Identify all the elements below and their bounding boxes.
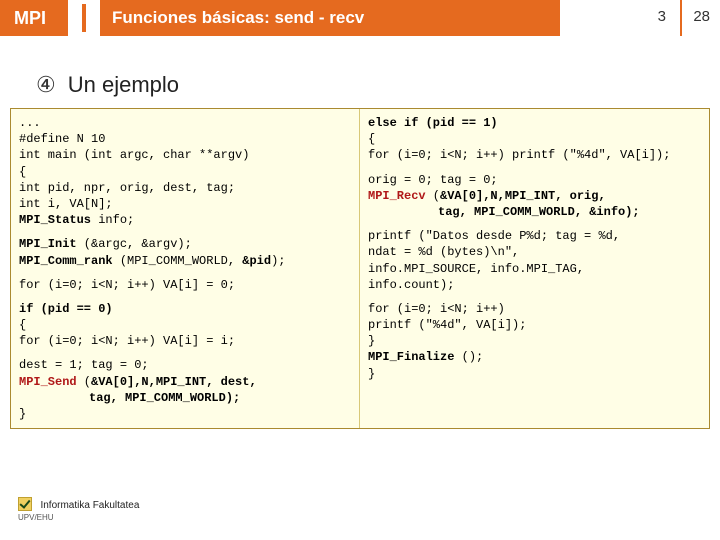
code-line: for (i=0; i<N; i++) VA[i] = i;: [19, 333, 351, 349]
header-divider: [82, 4, 86, 32]
code-line: dest = 1; tag = 0;: [19, 357, 351, 373]
code-line: int pid, npr, orig, dest, tag;: [19, 180, 351, 196]
code-line: tag, MPI_COMM_WORLD);: [19, 390, 351, 406]
code-line: MPI_Finalize ();: [368, 349, 701, 365]
check-icon: [18, 497, 32, 511]
code-line: if (pid == 0): [19, 301, 351, 317]
code-line: MPI_Recv (&VA[0],N,MPI_INT, orig,: [368, 188, 701, 204]
code-line: }: [368, 333, 701, 349]
code-line: }: [19, 406, 351, 422]
code-line: info.MPI_SOURCE, info.MPI_TAG,: [368, 261, 701, 277]
code-line: {: [368, 131, 701, 147]
bullet-marker: ④: [36, 72, 56, 98]
code-line: MPI_Send (&VA[0],N,MPI_INT, dest,: [19, 374, 351, 390]
code-line: MPI_Init (&argc, &argv);: [19, 236, 351, 252]
brand-text: MPI: [14, 8, 46, 29]
code-line: int i, VA[N];: [19, 196, 351, 212]
code-line: }: [368, 366, 701, 382]
code-line: else if (pid == 1): [368, 115, 701, 131]
code-line: printf ("Datos desde P%d; tag = %d,: [368, 228, 701, 244]
code-line: orig = 0; tag = 0;: [368, 172, 701, 188]
page-divider: [680, 0, 682, 36]
code-line: for (i=0; i<N; i++) printf ("%4d", VA[i]…: [368, 147, 701, 163]
code-line: info.count);: [368, 277, 701, 293]
mpi-send: MPI_Send: [19, 375, 77, 389]
faculty-name: Informatika Fakultatea: [40, 500, 139, 511]
university-name: UPV/EHU: [18, 513, 139, 522]
code-line: {: [19, 164, 351, 180]
code-line: MPI_Comm_rank (MPI_COMM_WORLD, &pid);: [19, 253, 351, 269]
slide-footer: Informatika Fakultatea UPV/EHU: [18, 495, 139, 522]
code-line: #define N 10: [19, 131, 351, 147]
code-line: ndat = %d (bytes)\n",: [368, 244, 701, 260]
subtitle-row: ④ Un ejemplo: [36, 72, 720, 98]
code-line: MPI_Status info;: [19, 212, 351, 228]
slide-header: MPI Funciones básicas: send - recv 3 28: [0, 0, 720, 38]
code-column-left: ... #define N 10 int main (int argc, cha…: [11, 109, 360, 428]
code-line: for (i=0; i<N; i++) VA[i] = 0;: [19, 277, 351, 293]
code-line: {: [19, 317, 351, 333]
title-bar: Funciones básicas: send - recv: [100, 0, 560, 36]
code-line: printf ("%4d", VA[i]);: [368, 317, 701, 333]
brand-box: MPI: [0, 0, 68, 36]
code-column-right: else if (pid == 1) { for (i=0; i<N; i++)…: [360, 109, 709, 428]
slide-title: Funciones básicas: send - recv: [112, 8, 364, 28]
footer-row: Informatika Fakultatea: [18, 495, 139, 513]
code-line: tag, MPI_COMM_WORLD, &info);: [368, 204, 701, 220]
mpi-keyword: MPI_Init: [19, 237, 77, 251]
code-line: ...: [19, 115, 351, 131]
subtitle-text: Un ejemplo: [68, 72, 179, 98]
code-line: int main (int argc, char **argv): [19, 147, 351, 163]
mpi-keyword: MPI_Status: [19, 213, 91, 227]
mpi-keyword: MPI_Finalize: [368, 350, 454, 364]
code-line: for (i=0; i<N; i++): [368, 301, 701, 317]
page-total: 28: [693, 8, 710, 25]
page-current: 3: [658, 8, 666, 25]
code-box: ... #define N 10 int main (int argc, cha…: [10, 108, 710, 429]
mpi-recv: MPI_Recv: [368, 189, 426, 203]
mpi-keyword: MPI_Comm_rank: [19, 254, 113, 268]
